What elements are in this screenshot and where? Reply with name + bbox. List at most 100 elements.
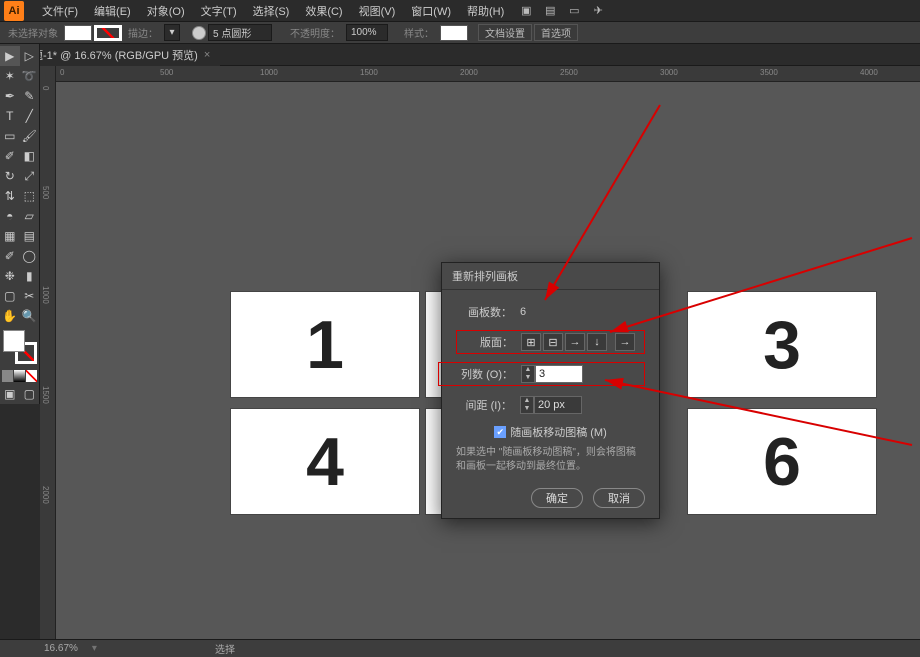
layout-row-button[interactable]: → <box>565 333 585 351</box>
toolbox: ▶▷ ✶➰ ✒✎ T╱ ▭🖌 ✐◧ ↻⤢ ⇅⬚ ◓▱ ▦▤ ✐◯ ❉▮ ▢✂ ✋… <box>0 44 40 404</box>
slice-tool-icon[interactable]: ✂ <box>20 286 40 306</box>
ruler-horizontal: 05001000150020002500300035004000 <box>40 66 920 82</box>
brush-preview-icon <box>192 26 206 40</box>
scale-tool-icon[interactable]: ⤢ <box>20 166 40 186</box>
app-logo: Ai <box>4 1 24 21</box>
magic-wand-tool-icon[interactable]: ✶ <box>0 66 20 86</box>
screen-mode-full-icon[interactable]: ▢ <box>20 384 40 404</box>
pen-tool-icon[interactable]: ✒ <box>0 86 20 106</box>
menu-select[interactable]: 选择(S) <box>245 0 298 22</box>
ruler-h-tick: 2000 <box>460 68 478 77</box>
doc-setup-button[interactable]: 文档设置 <box>478 24 532 41</box>
stock-icon[interactable]: ▤ <box>540 1 560 21</box>
gradient-mode-icon[interactable] <box>14 370 25 382</box>
menu-bar: Ai 文件(F) 编辑(E) 对象(O) 文字(T) 选择(S) 效果(C) 视… <box>0 0 920 22</box>
shape-builder-tool-icon[interactable]: ◓ <box>0 206 20 226</box>
prefs-button[interactable]: 首选项 <box>534 24 578 41</box>
menu-file[interactable]: 文件(F) <box>34 0 86 22</box>
artboard-6[interactable]: 6 <box>688 409 876 514</box>
ruler-vertical: 0500100015002000 <box>40 66 56 641</box>
menu-edit[interactable]: 编辑(E) <box>86 0 139 22</box>
free-transform-tool-icon[interactable]: ⬚ <box>20 186 40 206</box>
search-icon[interactable]: ✈ <box>588 1 608 21</box>
spacing-spinner[interactable]: ▲▼ <box>520 396 534 414</box>
mesh-tool-icon[interactable]: ▦ <box>0 226 20 246</box>
selection-tool-icon[interactable]: ▶ <box>0 46 20 66</box>
eraser-tool-icon[interactable]: ◧ <box>20 146 40 166</box>
zoom-tool-icon[interactable]: 🔍 <box>20 306 40 326</box>
type-tool-icon[interactable]: T <box>0 106 20 126</box>
graph-tool-icon[interactable]: ▮ <box>20 266 40 286</box>
rectangle-tool-icon[interactable]: ▭ <box>0 126 20 146</box>
direct-selection-tool-icon[interactable]: ▷ <box>20 46 40 66</box>
move-artwork-checkbox-row[interactable]: ✔ 随画板移动图稿 (M) <box>456 424 645 440</box>
menu-help[interactable]: 帮助(H) <box>459 0 512 22</box>
zoom-level[interactable]: 16.67% <box>44 643 78 654</box>
spacing-label: 间距 (I)： <box>460 397 512 413</box>
bridge-icon[interactable]: ▣ <box>516 1 536 21</box>
line-tool-icon[interactable]: ╱ <box>20 106 40 126</box>
artboard-1[interactable]: 1 <box>231 292 419 397</box>
lasso-tool-icon[interactable]: ➰ <box>20 66 40 86</box>
menu-object[interactable]: 对象(O) <box>139 0 193 22</box>
rotate-tool-icon[interactable]: ↻ <box>0 166 20 186</box>
spacing-input[interactable] <box>534 396 582 414</box>
dialog-note: 如果选中 "随画板移动图稿"，则会将图稿和画板一起移动到最终位置。 <box>456 446 645 474</box>
dialog-title: 重新排列画板 <box>442 263 659 290</box>
close-tab-icon[interactable]: × <box>204 49 210 61</box>
ruler-h-tick: 3500 <box>760 68 778 77</box>
artboard-count-value: 6 <box>520 306 526 318</box>
blend-tool-icon[interactable]: ◯ <box>20 246 40 266</box>
symbol-sprayer-tool-icon[interactable]: ❉ <box>0 266 20 286</box>
ruler-h-tick: 500 <box>160 68 173 77</box>
control-bar: 未选择对象 描边： ▾ 5 点圆形 不透明度： 100% 样式： 文档设置 首选… <box>0 22 920 44</box>
artboard-4[interactable]: 4 <box>231 409 419 514</box>
screen-mode-normal-icon[interactable]: ▣ <box>0 384 20 404</box>
shaper-tool-icon[interactable]: ✐ <box>0 146 20 166</box>
fill-color-icon[interactable] <box>3 330 25 352</box>
stroke-swatch[interactable] <box>94 25 122 41</box>
menu-window[interactable]: 窗口(W) <box>403 0 459 22</box>
ok-button[interactable]: 确定 <box>531 488 583 508</box>
ruler-h-tick: 2500 <box>560 68 578 77</box>
ruler-v-tick: 0 <box>41 86 50 90</box>
brush-tool-icon[interactable]: 🖌 <box>20 126 40 146</box>
document-tab-bar: 未标题-1* @ 16.67% (RGB/GPU 预览) × <box>0 44 920 66</box>
menu-type[interactable]: 文字(T) <box>193 0 245 22</box>
opacity-field[interactable]: 100% <box>346 24 388 41</box>
gradient-tool-icon[interactable]: ▤ <box>20 226 40 246</box>
style-swatch[interactable] <box>440 25 468 41</box>
brush-style-field[interactable]: 5 点圆形 <box>208 24 272 41</box>
color-mode-icon[interactable] <box>2 370 13 382</box>
eyedropper-tool-icon[interactable]: ✐ <box>0 246 20 266</box>
ruler-v-tick: 1500 <box>41 386 50 404</box>
width-tool-icon[interactable]: ⇅ <box>0 186 20 206</box>
layout-grid-col-button[interactable]: ⊟ <box>543 333 563 351</box>
menu-effect[interactable]: 效果(C) <box>297 0 350 22</box>
hand-tool-icon[interactable]: ✋ <box>0 306 20 326</box>
curvature-tool-icon[interactable]: ✎ <box>20 86 40 106</box>
move-artwork-label: 随画板移动图稿 (M) <box>510 424 607 440</box>
layout-col-button[interactable]: ↓ <box>587 333 607 351</box>
fill-swatch[interactable] <box>64 25 92 41</box>
status-tool: 选择 <box>215 641 235 656</box>
opacity-label: 不透明度： <box>286 25 344 40</box>
arrange-icon[interactable]: ▭ <box>564 1 584 21</box>
columns-spinner[interactable]: ▲▼ <box>521 365 535 383</box>
artboard-count-label: 画板数： <box>460 304 512 320</box>
ruler-v-tick: 500 <box>41 186 50 199</box>
columns-row: 列数 (O)： ▲▼ <box>438 362 645 386</box>
cancel-button[interactable]: 取消 <box>593 488 645 508</box>
columns-input[interactable] <box>535 365 583 383</box>
none-mode-icon[interactable] <box>26 370 37 382</box>
fill-stroke-control[interactable] <box>3 330 37 364</box>
perspective-tool-icon[interactable]: ▱ <box>20 206 40 226</box>
layout-direction-button[interactable]: → <box>615 333 635 351</box>
artboard-tool-icon[interactable]: ▢ <box>0 286 20 306</box>
artboard-3[interactable]: 3 <box>688 292 876 397</box>
stroke-weight-field[interactable]: ▾ <box>164 24 180 41</box>
layout-grid-row-button[interactable]: ⊞ <box>521 333 541 351</box>
ruler-h-tick: 3000 <box>660 68 678 77</box>
layout-label: 版面： <box>461 334 513 350</box>
menu-view[interactable]: 视图(V) <box>351 0 404 22</box>
